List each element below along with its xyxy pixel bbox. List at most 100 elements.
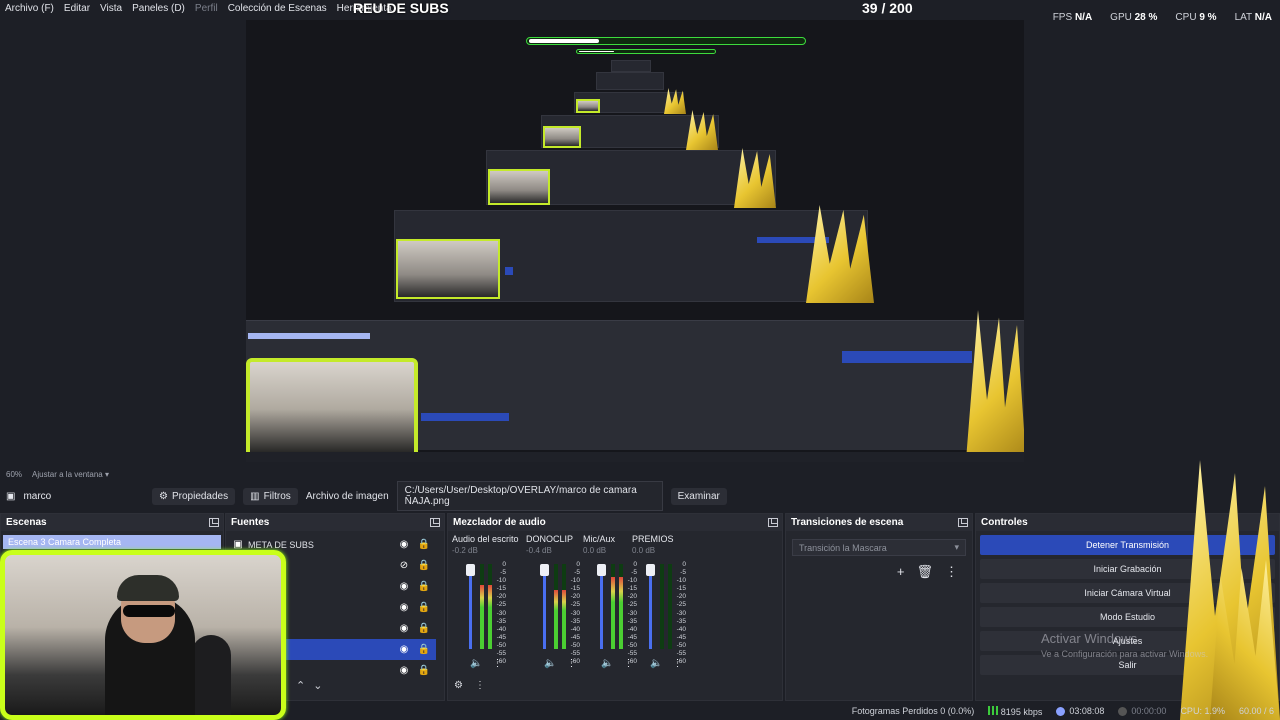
eye-icon[interactable]: ◉	[398, 623, 410, 634]
nested-goal-bar	[576, 49, 716, 54]
filter-icon: ▥	[250, 490, 260, 502]
lock-icon[interactable]: 🔒	[418, 539, 430, 550]
nested-scene-item	[248, 333, 370, 339]
cpu-stat: CPU 9 %	[1175, 12, 1217, 23]
more-options-icon[interactable]: ⋮	[492, 658, 502, 669]
lock-icon[interactable]: 🔒	[418, 581, 430, 592]
lock-icon[interactable]: 🔒	[418, 644, 430, 655]
more-options-icon[interactable]: ⋮	[475, 680, 485, 691]
record-time: 00:00:00	[1118, 706, 1166, 717]
volume-knob[interactable]	[466, 564, 475, 576]
nested-obs-window	[611, 60, 651, 72]
channel-controls: 🔈 ⋮	[470, 658, 502, 669]
lock-icon[interactable]: 🔒	[418, 623, 430, 634]
eye-icon[interactable]: ◉	[398, 539, 410, 550]
properties-button[interactable]: ⚙ Propiedades	[152, 487, 236, 505]
volume-knob[interactable]	[646, 564, 655, 576]
activate-windows-watermark: Activar Windows	[1041, 631, 1138, 646]
lock-icon[interactable]: 🔒	[418, 560, 430, 571]
menu-item[interactable]: Editar	[64, 3, 90, 14]
lock-icon[interactable]: 🔒	[418, 602, 430, 613]
meter-tick-label: -35	[496, 617, 506, 625]
meter-tick-label: -15	[676, 585, 686, 593]
eye-icon[interactable]: ◉	[398, 644, 410, 655]
lock-icon[interactable]: 🔒	[418, 665, 430, 676]
image-source-icon: ▣	[6, 490, 16, 502]
channel-name: Audio del escrito	[452, 534, 519, 544]
volume-slider[interactable]	[466, 564, 475, 649]
move-down-icon[interactable]: ⌄	[313, 679, 322, 692]
more-options-icon[interactable]: ⋮	[945, 564, 958, 580]
image-path-field[interactable]: C:/Users/User/Desktop/OVERLAY/marco de c…	[396, 481, 663, 511]
scenes-title: Escenas	[6, 517, 47, 528]
trash-icon[interactable]: 🗑	[916, 564, 933, 580]
meter-tick-label: -20	[676, 593, 686, 601]
gpu-stat: GPU 28 %	[1110, 12, 1158, 23]
volume-knob[interactable]	[597, 564, 606, 576]
source-toolbar: ▣ marco ⚙ Propiedades ▥ Filtros Archivo de…	[0, 481, 1280, 511]
audio-mixer-dock: Mezclador de audio Audio del escrito -0.2…	[447, 513, 783, 701]
selected-source: ▣ marco	[6, 491, 144, 502]
meter-tick-label: -55	[496, 650, 506, 658]
menu-item[interactable]: Archivo (F)	[5, 3, 54, 14]
zoom-fit-dropdown[interactable]: Ajustar a la ventana ▾	[32, 470, 109, 479]
volume-slider[interactable]	[646, 564, 655, 649]
fps-readout: 60.00 / 6	[1238, 706, 1274, 716]
audio-meter	[480, 564, 484, 649]
undock-icon[interactable]	[430, 518, 440, 527]
volume-slider[interactable]	[540, 564, 549, 649]
channel-controls: 🔈 ⋮	[650, 658, 682, 669]
cpu-usage: CPU: 1.9%	[1180, 706, 1225, 716]
gear-icon: ⚙	[159, 490, 168, 502]
filters-button[interactable]: ▥ Filtros	[243, 487, 298, 505]
transitions-dock: Transiciones de escena Transición la Mas…	[785, 513, 973, 701]
meter-tick-label: -10	[496, 577, 506, 585]
add-icon[interactable]: +	[897, 564, 905, 580]
mixer-channel: PREMIOS 0.0 dB 0 -5 -10 -15 -20 -25 -30 -35 -40 -45…	[632, 534, 702, 690]
undock-icon[interactable]	[958, 518, 968, 527]
menu-item[interactable]: Perfil	[195, 3, 218, 14]
eye-icon[interactable]: ⊘	[398, 560, 410, 571]
stream-icon	[1056, 707, 1066, 717]
nested-webcam	[576, 99, 600, 113]
eye-icon[interactable]: ◉	[398, 602, 410, 613]
volume-slider[interactable]	[597, 564, 606, 649]
live-time: 03:08:08	[1056, 706, 1104, 717]
meter-tick-label: -30	[496, 609, 506, 617]
meter-tick-label: -15	[496, 585, 506, 593]
transitions-title: Transiciones de escena	[791, 517, 904, 528]
speaker-icon[interactable]: 🔈	[470, 658, 482, 669]
undock-icon[interactable]	[768, 518, 778, 527]
nested-webcam	[396, 239, 500, 299]
preview-canvas[interactable]	[246, 20, 1024, 462]
nested-obs-window	[596, 72, 664, 90]
scene-item[interactable]: Escena 3 Camara Completa	[3, 535, 221, 549]
speaker-icon[interactable]: 🔈	[650, 658, 662, 669]
more-options-icon[interactable]: ⋮	[566, 658, 576, 669]
eye-icon[interactable]: ◉	[398, 665, 410, 676]
more-options-icon[interactable]: ⋮	[672, 658, 682, 669]
meter-tick-label: -50	[570, 641, 580, 649]
volume-knob[interactable]	[540, 564, 549, 576]
eye-icon[interactable]: ◉	[398, 581, 410, 592]
meter-tick-label: -40	[570, 625, 580, 633]
bitrate: 8195 kbps	[988, 705, 1042, 717]
meter-tick-label: -30	[570, 609, 580, 617]
gear-icon[interactable]: ⚙	[454, 680, 463, 691]
meter-tick-label: 0	[502, 561, 506, 568]
nested-webcam	[488, 169, 550, 205]
speaker-icon[interactable]: 🔈	[601, 658, 613, 669]
menu-item[interactable]: Paneles (D)	[132, 3, 185, 14]
undock-icon[interactable]	[209, 518, 219, 527]
transition-select[interactable]: Transición la Mascara ▾	[792, 539, 966, 556]
browse-button[interactable]: Examinar	[670, 487, 727, 505]
performance-stats: FPS N/A GPU 28 % CPU 9 % LAT N/A	[1053, 12, 1272, 23]
menu-item[interactable]: Colección de Escenas	[228, 3, 327, 14]
speaker-icon[interactable]: 🔈	[544, 658, 556, 669]
image-file-label: Archivo de imagen	[305, 490, 389, 502]
meter-tick-label: -45	[570, 633, 580, 641]
meter-scale: 0 -5 -10 -15 -20 -25 -30 -35 -40 -45 -50 -55 -60	[566, 561, 580, 666]
menu-item[interactable]: Vista	[100, 3, 122, 14]
move-up-icon[interactable]: ⌃	[296, 679, 305, 692]
selected-source-name: marco	[23, 490, 52, 502]
